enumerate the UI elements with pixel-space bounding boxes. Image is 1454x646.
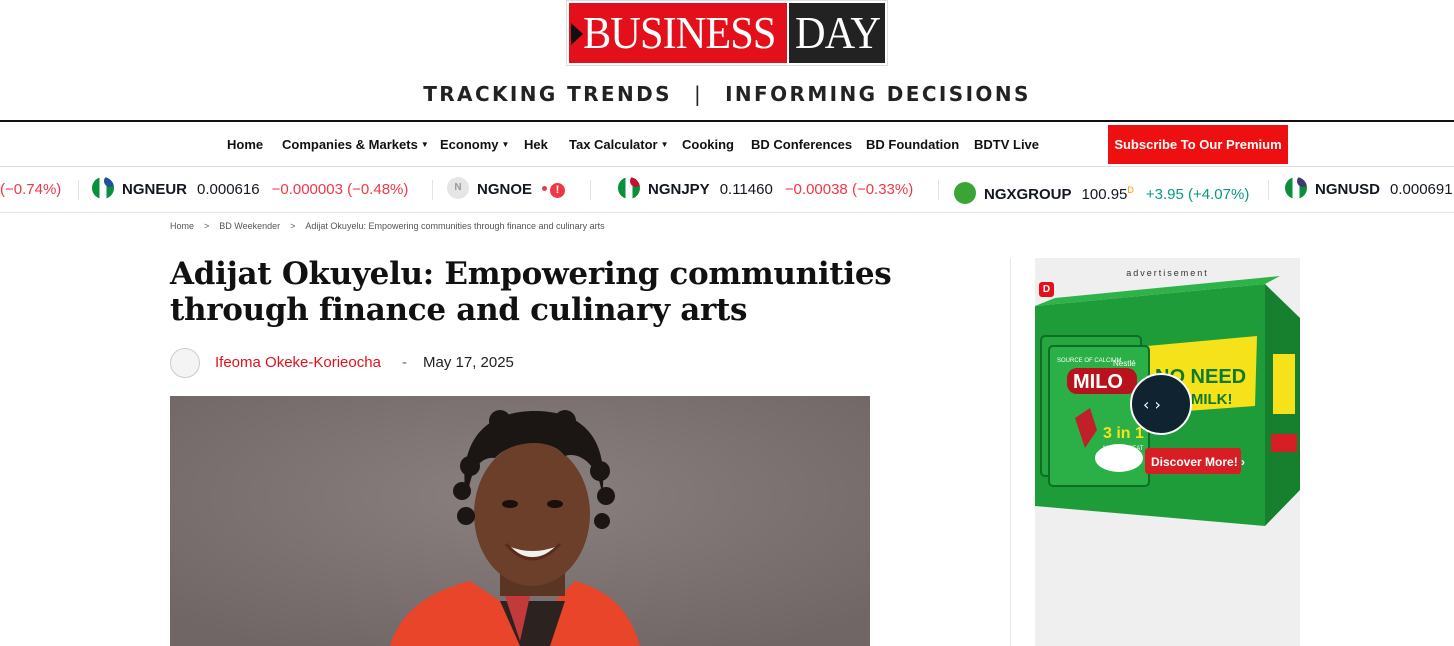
logo-dark-block: DAY xyxy=(789,3,885,63)
subscribe-button[interactable]: Subscribe To Our Premium xyxy=(1108,125,1288,164)
breadcrumb-home[interactable]: Home xyxy=(170,221,194,231)
ticker-value: 100.95 xyxy=(1081,186,1128,203)
ticker-symbol: NGNEUR xyxy=(122,181,188,198)
nav-item-bd-conferences[interactable]: BD Conferences xyxy=(751,137,852,152)
header-divider xyxy=(0,120,1454,122)
main-nav: Home Companies & Markets ▼ Economy ▼ Hek T… xyxy=(0,123,1454,167)
ticker-separator xyxy=(78,180,79,200)
status-dot-icon xyxy=(542,186,548,191)
nigeria-flag-icon xyxy=(618,177,640,199)
site-logo[interactable]: BUSINESS DAY xyxy=(566,0,888,66)
ticker-item[interactable]: N NGNOE! xyxy=(447,168,566,212)
nav-item-companies-markets[interactable]: Companies & Markets ▼ xyxy=(282,137,429,152)
nav-item-cooking[interactable]: Cooking xyxy=(682,137,734,152)
chevron-down-icon: ▼ xyxy=(660,140,669,149)
article-title: Adijat Okuyelu: Empowering communities t… xyxy=(170,256,892,328)
ticker-divider xyxy=(0,212,1454,213)
tagline-left: TRACKING TRENDS xyxy=(423,82,672,106)
japan-flag-icon xyxy=(630,177,640,187)
nigeria-flag-icon xyxy=(1285,177,1307,199)
nav-item-tax-calculator[interactable]: Tax Calculator ▼ xyxy=(569,137,669,152)
tagline-separator: | xyxy=(693,82,704,106)
ad-brand-top: Nestlé xyxy=(1113,359,1136,368)
sidebar-divider xyxy=(1010,258,1011,646)
breadcrumb-separator: > xyxy=(204,221,210,231)
us-flag-icon xyxy=(1297,177,1307,187)
nav-divider xyxy=(0,166,1454,167)
ticker-symbol: NGXGROUP xyxy=(984,186,1072,203)
nav-item-bd-foundation[interactable]: BD Foundation xyxy=(866,137,959,152)
ticker-item[interactable]: NGXGROUP 100.95D +3.95 (+4.07%) xyxy=(954,168,1249,212)
ticker-symbol: NGNUSD xyxy=(1315,181,1381,198)
tagline: TRACKING TRENDS | INFORMING DECISIONS xyxy=(0,82,1454,106)
ticker-symbol: NGNOE xyxy=(477,181,533,198)
breadcrumb-current: Adijat Okuyelu: Empowering communities t… xyxy=(305,221,605,231)
ticker-change: −0.00038 (−0.33%) xyxy=(784,181,914,198)
ticker-change: +3.95 (+4.07%) xyxy=(1145,186,1250,203)
logo-red-block: BUSINESS xyxy=(569,3,787,63)
publish-date: May 17, 2025 xyxy=(423,354,514,371)
author-link[interactable]: Ifeoma Okeke-Korieocha xyxy=(215,354,381,371)
ticker-separator xyxy=(432,180,433,200)
alert-icon: ! xyxy=(550,183,566,198)
ngx-logo-icon xyxy=(954,182,976,204)
logo-word-day: DAY xyxy=(795,7,881,58)
ticker-value: 0.000691 xyxy=(1390,181,1453,198)
byline-separator: - xyxy=(402,354,407,371)
portrait-photo xyxy=(170,396,870,646)
logo-word-business: BUSINESS xyxy=(583,7,776,58)
ticker-symbol: NGNJPY xyxy=(648,181,710,198)
ticker-separator xyxy=(1268,180,1269,200)
delayed-data-marker: D xyxy=(1127,185,1134,195)
sidebar-advertisement[interactable]: advertisement D NO NEED FOR MILK! SOURCE… xyxy=(1035,258,1300,646)
nav-item-bdtv-live[interactable]: BDTV Live xyxy=(974,137,1039,152)
ad-cta: Discover More! › xyxy=(1151,455,1245,469)
ticker-value: 0.000616 xyxy=(197,181,260,198)
breadcrumb-separator: > xyxy=(290,221,296,231)
nigeria-flag-icon xyxy=(92,177,114,199)
ticker-item[interactable]: NGNJPY 0.11460 −0.00038 (−0.33%) xyxy=(618,168,913,212)
ticker-value: 0.11460 xyxy=(719,181,773,198)
ad-brand: MILO xyxy=(1073,371,1123,393)
ticker-separator xyxy=(938,180,939,200)
ad-carousel-arrows-icon[interactable] xyxy=(1131,376,1191,432)
ad-pack-tag: SOURCE OF CALCIUM xyxy=(1057,358,1121,364)
breadcrumb-category[interactable]: BD Weekender xyxy=(219,221,280,231)
chevron-down-icon: ▼ xyxy=(501,140,510,149)
milo-ad-graphic: NO NEED FOR MILK! SOURCE OF CALCIUM Nest… xyxy=(1035,276,1300,526)
article-hero-image xyxy=(170,396,870,646)
ticker-item[interactable]: NGNEUR 0.000616 −0.000003 (−0.48%) xyxy=(92,168,408,212)
tagline-right: INFORMING DECISIONS xyxy=(725,82,1031,106)
nav-item-economy[interactable]: Economy ▼ xyxy=(440,137,509,152)
eu-flag-icon xyxy=(104,177,114,187)
ticker-separator xyxy=(590,180,591,200)
market-ticker: (−0.74%) NGNEUR 0.000616 −0.000003 (−0.48%… xyxy=(0,168,1454,212)
ticker-change: (−0.74%) xyxy=(0,181,62,198)
ticker-item[interactable]: (−0.74%) xyxy=(0,168,61,212)
ticker-item[interactable]: NGNUSD 0.000691 xyxy=(1285,168,1454,212)
author-avatar[interactable] xyxy=(170,348,200,378)
symbol-placeholder-icon: N xyxy=(447,177,469,199)
nav-item-home[interactable]: Home xyxy=(227,137,263,152)
breadcrumb: Home > BD Weekender > Adijat Okuyelu: Empowe… xyxy=(170,221,605,231)
logo-arrow-icon xyxy=(571,23,583,45)
ticker-change: −0.000003 (−0.48%) xyxy=(271,181,409,198)
nav-item-hek[interactable]: Hek xyxy=(524,137,548,152)
chevron-down-icon: ▼ xyxy=(420,140,429,149)
